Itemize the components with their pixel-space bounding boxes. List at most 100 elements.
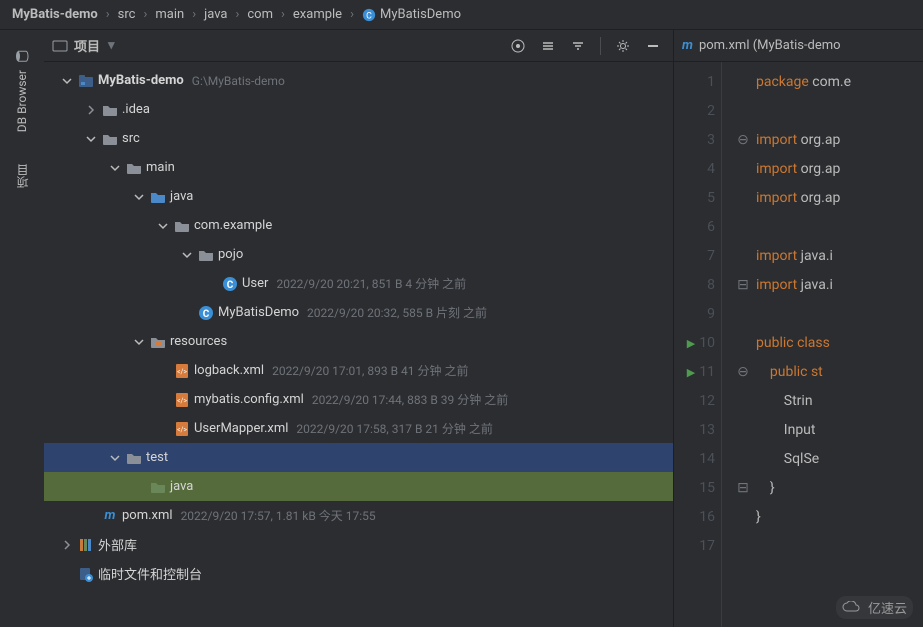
gutter-line[interactable]: ▶11 [674, 358, 715, 387]
gutter-line[interactable]: 15 [674, 474, 715, 503]
project-tool[interactable]: 项目 [12, 158, 33, 194]
code-line[interactable] [736, 300, 923, 329]
chevron-down-icon: ▾ [108, 38, 115, 53]
svg-text:</>: </> [177, 368, 187, 376]
breadcrumb-item[interactable]: java [200, 5, 231, 24]
tree-arrow-icon[interactable] [108, 451, 122, 465]
gutter-line[interactable]: 5 [674, 184, 715, 213]
breadcrumb-item[interactable]: example [289, 5, 346, 24]
tree-row[interactable]: MyBatis-demoG:\MyBatis-demo [44, 66, 673, 95]
tree-arrow-icon[interactable] [84, 132, 98, 146]
gutter-line[interactable]: 6 [674, 213, 715, 242]
tree-arrow-icon[interactable] [156, 364, 170, 378]
code-line[interactable]: SqlSe [736, 445, 923, 474]
breadcrumb-item[interactable]: main [151, 5, 188, 24]
gutter-line[interactable]: 16 [674, 503, 715, 532]
tree-arrow-icon[interactable] [108, 161, 122, 175]
tree-arrow-icon[interactable] [60, 538, 74, 552]
tree-arrow-icon[interactable] [132, 480, 146, 494]
run-icon[interactable]: ▶ [687, 358, 695, 387]
hide-button[interactable] [641, 34, 665, 58]
tree-row[interactable]: CUser2022/9/20 20:21, 851 B 4 分钟 之前 [44, 269, 673, 298]
breadcrumb-item[interactable]: C MyBatisDemo [358, 5, 465, 24]
tree-row[interactable]: java [44, 472, 673, 501]
tree-arrow-icon[interactable] [180, 248, 194, 262]
tree-arrow-icon[interactable] [60, 567, 74, 581]
code-line[interactable]: ⊖ public st [736, 358, 923, 387]
breadcrumb-item[interactable]: MyBatis-demo [8, 5, 102, 24]
code-line[interactable]: Strin [736, 387, 923, 416]
tree-arrow-icon[interactable] [156, 393, 170, 407]
fold-icon[interactable]: ⊖ [736, 358, 750, 387]
gutter-line[interactable]: 7 [674, 242, 715, 271]
code-line[interactable]: import org.ap [736, 184, 923, 213]
db-browser-tool[interactable]: DB Browser [12, 42, 32, 138]
code-line[interactable]: ⊟import java.i [736, 271, 923, 300]
code-line[interactable]: } [736, 503, 923, 532]
tree-arrow-icon[interactable] [84, 509, 98, 523]
expand-all-button[interactable] [536, 34, 560, 58]
tree-row[interactable]: mpom.xml2022/9/20 17:57, 1.81 kB 今天 17:5… [44, 501, 673, 530]
gutter-line[interactable]: 14 [674, 445, 715, 474]
gutter-line[interactable]: 17 [674, 532, 715, 561]
tree-row[interactable]: main [44, 153, 673, 182]
gutter-line[interactable]: 13 [674, 416, 715, 445]
tree-arrow-icon[interactable] [132, 190, 146, 204]
run-icon[interactable]: ▶ [687, 329, 695, 358]
project-title[interactable]: 项目 ▾ [52, 36, 115, 55]
settings-button[interactable] [611, 34, 635, 58]
gutter-line[interactable]: 8 [674, 271, 715, 300]
code-line[interactable]: import org.ap [736, 155, 923, 184]
tree-arrow-icon[interactable] [156, 219, 170, 233]
tree-row[interactable]: pojo [44, 240, 673, 269]
code-line[interactable]: package com.e [736, 68, 923, 97]
editor-tab[interactable]: m pom.xml (MyBatis-demo [682, 38, 841, 53]
code-line[interactable]: ⊟ } [736, 474, 923, 503]
code-line[interactable] [736, 532, 923, 561]
tree-arrow-icon[interactable] [156, 422, 170, 436]
gutter-line[interactable]: 9 [674, 300, 715, 329]
breadcrumb-item[interactable]: src [114, 5, 140, 24]
tree-row[interactable]: com.example [44, 211, 673, 240]
tree-row[interactable]: src [44, 124, 673, 153]
fold-icon[interactable]: ⊟ [736, 474, 750, 503]
tree-row[interactable]: java [44, 182, 673, 211]
fold-icon[interactable]: ⊟ [736, 271, 750, 300]
project-tree[interactable]: MyBatis-demoG:\MyBatis-demo.ideasrcmain j… [44, 62, 673, 627]
tree-arrow-icon[interactable] [180, 306, 194, 320]
tree-row[interactable]: resources [44, 327, 673, 356]
tree-label: java [170, 189, 193, 204]
editor-body[interactable]: 123456789▶10▶11121314151617 package com.… [674, 62, 923, 627]
tree-label: pom.xml [122, 508, 173, 523]
gutter-line[interactable]: 3 [674, 126, 715, 155]
code-line[interactable]: public class [736, 329, 923, 358]
code-line[interactable] [736, 213, 923, 242]
collapse-all-button[interactable] [566, 34, 590, 58]
tree-arrow-icon[interactable] [60, 74, 74, 88]
code-line[interactable] [736, 97, 923, 126]
editor-gutter[interactable]: 123456789▶10▶11121314151617 [674, 62, 722, 627]
code-line[interactable]: ⊖import org.ap [736, 126, 923, 155]
tree-row[interactable]: </>UserMapper.xml2022/9/20 17:58, 317 B … [44, 414, 673, 443]
tree-arrow-icon[interactable] [84, 103, 98, 117]
code-line[interactable]: import java.i [736, 242, 923, 271]
gutter-line[interactable]: 1 [674, 68, 715, 97]
code-line[interactable]: Input [736, 416, 923, 445]
tree-row[interactable]: 临时文件和控制台 [44, 559, 673, 588]
gutter-line[interactable]: 12 [674, 387, 715, 416]
fold-icon[interactable]: ⊖ [736, 126, 750, 155]
tree-row[interactable]: CMyBatisDemo2022/9/20 20:32, 585 B 片刻 之前 [44, 298, 673, 327]
gutter-line[interactable]: ▶10 [674, 329, 715, 358]
tree-row[interactable]: .idea [44, 95, 673, 124]
tree-row[interactable]: </>mybatis.config.xml2022/9/20 17:44, 88… [44, 385, 673, 414]
select-opened-file-button[interactable] [506, 34, 530, 58]
gutter-line[interactable]: 4 [674, 155, 715, 184]
tree-row[interactable]: </>logback.xml2022/9/20 17:01, 893 B 41 … [44, 356, 673, 385]
tree-arrow-icon[interactable] [132, 335, 146, 349]
tree-row[interactable]: 外部库 [44, 530, 673, 559]
gutter-line[interactable]: 2 [674, 97, 715, 126]
tree-arrow-icon[interactable] [204, 277, 218, 291]
tree-row[interactable]: test [44, 443, 673, 472]
breadcrumb-item[interactable]: com [243, 5, 277, 24]
editor-code[interactable]: package com.e⊖import org.apimport org.ap… [722, 62, 923, 627]
